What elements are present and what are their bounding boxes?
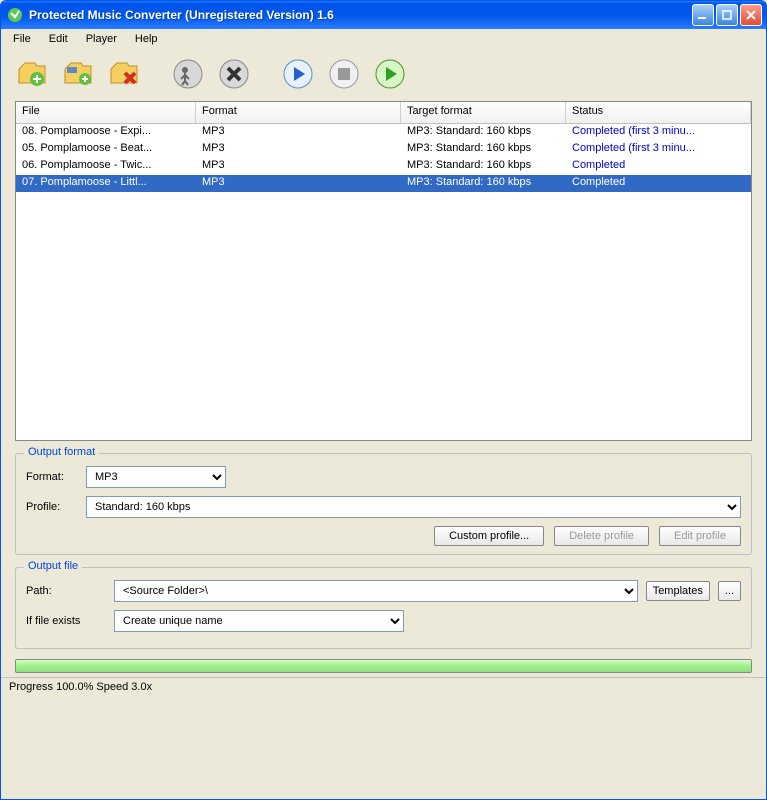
app-icon [7,7,23,23]
remove-button[interactable] [105,55,143,93]
cell-file: 07. Pomplamoose - Littl... [16,175,196,192]
templates-button[interactable]: Templates [646,581,710,601]
play-button[interactable] [279,55,317,93]
exists-select[interactable]: Create unique name [114,610,404,632]
table-row[interactable]: 08. Pomplamoose - Expi...MP3MP3: Standar… [16,124,751,141]
table-row[interactable]: 06. Pomplamoose - Twic...MP3MP3: Standar… [16,158,751,175]
profile-label: Profile: [26,501,78,513]
stop-button[interactable] [325,55,363,93]
file-list: File Format Target format Status 08. Pom… [15,101,752,441]
format-select[interactable]: MP3 [86,466,226,488]
cell-format: MP3 [196,141,401,158]
cell-format: MP3 [196,175,401,192]
status-bar: Progress 100.0% Speed 3.0x [1,677,766,696]
menu-edit[interactable]: Edit [41,31,76,47]
cell-target: MP3: Standard: 160 kbps [401,175,566,192]
cell-status: Completed [566,158,751,175]
format-label: Format: [26,471,78,483]
cell-target: MP3: Standard: 160 kbps [401,158,566,175]
menu-player[interactable]: Player [78,31,125,47]
cell-target: MP3: Standard: 160 kbps [401,124,566,141]
menu-bar: File Edit Player Help [1,29,766,49]
window-title: Protected Music Converter (Unregistered … [29,8,692,22]
custom-profile-button[interactable]: Custom profile... [434,526,544,546]
edit-profile-button[interactable]: Edit profile [659,526,741,546]
header-target[interactable]: Target format [401,102,566,123]
path-select[interactable]: <Source Folder>\ [114,580,638,602]
table-row[interactable]: 05. Pomplamoose - Beat...MP3MP3: Standar… [16,141,751,158]
delete-profile-button[interactable]: Delete profile [554,526,649,546]
convert-button[interactable] [371,55,409,93]
cell-format: MP3 [196,158,401,175]
minimize-button[interactable] [692,4,714,26]
output-file-title: Output file [24,560,82,572]
menu-help[interactable]: Help [127,31,166,47]
output-format-group: Output format Format: MP3 Profile: Stand… [15,453,752,555]
cell-file: 08. Pomplamoose - Expi... [16,124,196,141]
titlebar: Protected Music Converter (Unregistered … [1,1,766,29]
browse-button[interactable]: ... [718,581,741,601]
profile-select[interactable]: Standard: 160 kbps [86,496,741,518]
cell-file: 06. Pomplamoose - Twic... [16,158,196,175]
output-file-group: Output file Path: <Source Folder>\ Templ… [15,567,752,649]
cell-format: MP3 [196,124,401,141]
table-body[interactable]: 08. Pomplamoose - Expi...MP3MP3: Standar… [16,124,751,440]
cell-status: Completed (first 3 minu... [566,141,751,158]
path-label: Path: [26,585,106,597]
menu-file[interactable]: File [5,31,39,47]
cell-status: Completed (first 3 minu... [566,124,751,141]
cell-status: Completed [566,175,751,192]
table-row[interactable]: 07. Pomplamoose - Littl...MP3MP3: Standa… [16,175,751,192]
progress-bar [15,659,752,673]
toolbar [1,49,766,99]
header-file[interactable]: File [16,102,196,123]
exists-label: If file exists [26,615,106,627]
add-folder-button[interactable] [59,55,97,93]
close-button[interactable] [740,4,762,26]
table-header: File Format Target format Status [16,102,751,124]
maximize-button[interactable] [716,4,738,26]
output-format-title: Output format [24,446,99,458]
main-window: Protected Music Converter (Unregistered … [0,0,767,800]
cancel-button[interactable] [215,55,253,93]
cell-file: 05. Pomplamoose - Beat... [16,141,196,158]
cell-target: MP3: Standard: 160 kbps [401,141,566,158]
header-status[interactable]: Status [566,102,751,123]
header-format[interactable]: Format [196,102,401,123]
add-file-button[interactable] [13,55,51,93]
run-button[interactable] [169,55,207,93]
